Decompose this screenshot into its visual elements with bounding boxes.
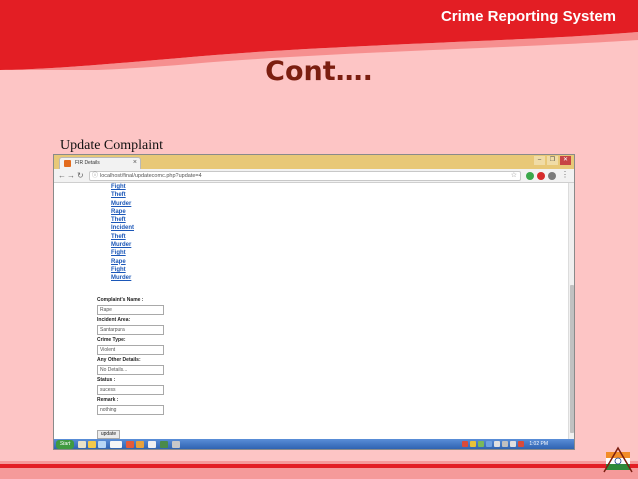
extension-gray-icon[interactable]	[548, 172, 556, 180]
emblem-icon	[603, 446, 633, 473]
window-controls: – ❐ ✕	[534, 156, 571, 165]
header-title: Crime Reporting System	[440, 8, 616, 25]
taskbar-app3-icon[interactable]	[148, 441, 156, 448]
page-viewport: Fight Theft Murder Rape Theft Incident T…	[54, 183, 568, 439]
page-favicon-icon	[64, 160, 71, 167]
update-button[interactable]: update	[97, 430, 120, 439]
slide-header: Crime Reporting System	[0, 0, 638, 70]
slide-subtitle: Update Complaint	[60, 138, 164, 153]
tray-icon[interactable]	[518, 441, 524, 447]
type-link[interactable]: Theft	[111, 233, 134, 241]
incident-area-label: Incident Area:	[97, 317, 131, 323]
taskbar-app4-icon[interactable]	[160, 441, 168, 448]
other-details-input[interactable]: No Details...	[97, 365, 164, 375]
footer-band	[0, 461, 638, 479]
other-details-label: Any Other Details:	[97, 357, 141, 363]
status-input[interactable]: sucess	[97, 385, 164, 395]
taskbar-app2-icon[interactable]	[136, 441, 144, 448]
page-scrollbar[interactable]	[568, 183, 574, 439]
complaint-name-input[interactable]: Rape	[97, 305, 164, 315]
tab-bar: FIR Details × – ❐ ✕	[54, 155, 574, 169]
type-link[interactable]: Rape	[111, 258, 134, 266]
type-link[interactable]: Murder	[111, 274, 134, 282]
taskbar-app5-icon[interactable]	[172, 441, 180, 448]
type-link[interactable]: Rape	[111, 208, 134, 216]
type-link[interactable]: Fight	[111, 183, 134, 191]
tray-icon[interactable]	[502, 441, 508, 447]
close-window-button[interactable]: ✕	[560, 156, 571, 165]
remark-input[interactable]: nothing	[97, 405, 164, 415]
type-link[interactable]: Fight	[111, 266, 134, 274]
type-link[interactable]: Theft	[111, 191, 134, 199]
tray-icon[interactable]	[478, 441, 484, 447]
tray-icon[interactable]	[494, 441, 500, 447]
taskbar-app-icon[interactable]	[126, 441, 134, 448]
address-bar[interactable]: ⓘ localhost/final/updatecomc.php?update=…	[89, 171, 521, 181]
taskbar-browser-icon[interactable]	[98, 441, 106, 448]
tab-close-icon[interactable]: ×	[133, 159, 137, 166]
crime-type-label: Crime Type:	[97, 337, 126, 343]
browser-toolbar: ← → ↻ ⓘ localhost/final/updatecomc.php?u…	[54, 169, 574, 183]
tray-icon[interactable]	[462, 441, 468, 447]
tab-title: FIR Details	[75, 160, 100, 166]
minimize-button[interactable]: –	[534, 156, 545, 165]
type-link[interactable]: Murder	[111, 241, 134, 249]
forward-icon[interactable]: →	[67, 171, 75, 180]
type-link[interactable]: Fight	[111, 249, 134, 257]
taskbar-clock: 1:02 PM	[529, 441, 548, 447]
extension-red-icon[interactable]	[537, 172, 545, 180]
tray-icon[interactable]	[510, 441, 516, 447]
taskbar-explorer-icon[interactable]	[78, 441, 86, 448]
taskbar-folder-icon[interactable]	[88, 441, 96, 448]
type-link[interactable]: Murder	[111, 200, 134, 208]
complaint-name-label: Complaint's Name :	[97, 297, 144, 303]
back-icon[interactable]: ←	[58, 171, 66, 180]
type-link[interactable]: Incident	[111, 224, 134, 232]
scrollbar-thumb[interactable]	[570, 285, 574, 433]
os-taskbar: Start 1:02 PM	[54, 439, 574, 449]
browser-window: FIR Details × – ❐ ✕ ← → ↻ ⓘ localhost/fi…	[53, 154, 575, 450]
start-button[interactable]: Start	[56, 440, 74, 449]
tray-icon[interactable]	[470, 441, 476, 447]
extension-green-icon[interactable]	[526, 172, 534, 180]
crime-type-list: Fight Theft Murder Rape Theft Incident T…	[111, 183, 134, 283]
type-link[interactable]: Theft	[111, 216, 134, 224]
incident-area-input[interactable]: Santarpura	[97, 325, 164, 335]
browser-tab[interactable]: FIR Details ×	[59, 157, 141, 169]
reload-icon[interactable]: ↻	[77, 171, 84, 180]
slide-title: Cont….	[265, 56, 373, 87]
crime-type-input[interactable]: Violent	[97, 345, 164, 355]
bookmark-star-icon[interactable]: ☆	[511, 172, 517, 180]
remark-label: Remark :	[97, 397, 119, 403]
url-text: localhost/final/updatecomc.php?update=4	[100, 173, 202, 179]
update-complaint-form: Complaint's Name : Rape Incident Area: S…	[97, 297, 164, 417]
status-label: Status :	[97, 377, 116, 383]
maximize-button[interactable]: ❐	[547, 156, 558, 165]
tray-icon[interactable]	[486, 441, 492, 447]
browser-menu-icon[interactable]: ⋮	[561, 170, 569, 179]
taskbar-chrome-icon[interactable]	[110, 441, 122, 448]
site-info-icon: ⓘ	[92, 173, 99, 179]
